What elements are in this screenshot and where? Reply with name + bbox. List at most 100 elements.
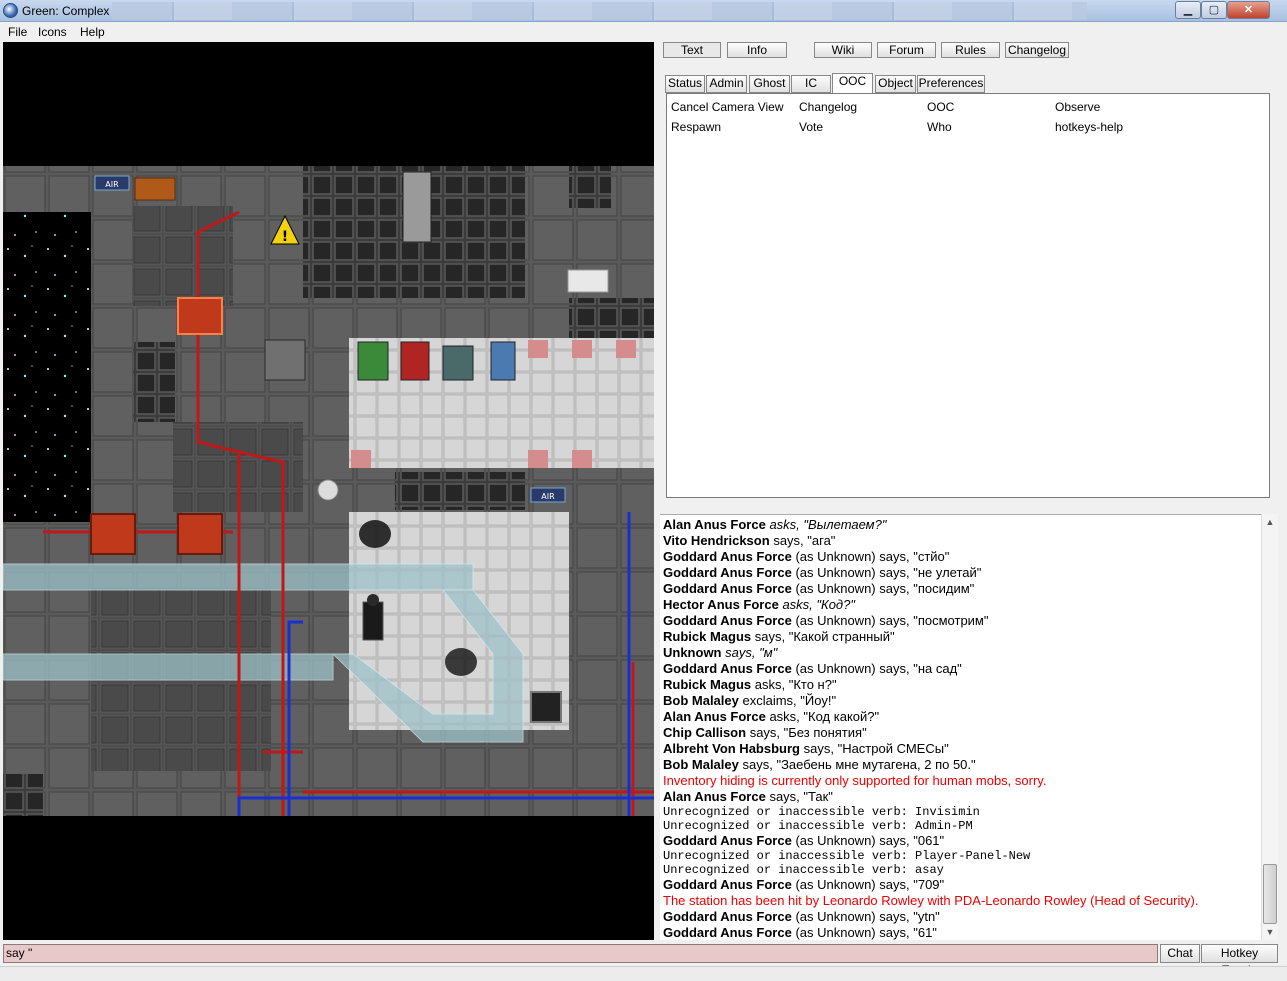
tab-ic[interactable]: IC [791, 75, 831, 93]
speaker-name: Goddard Anus Force [663, 833, 792, 848]
chat-message: Goddard Anus Force (as Unknown) says, "7… [663, 877, 1258, 893]
speech-text: "709" [913, 877, 945, 892]
chat-message: Goddard Anus Force (as Unknown) says, "п… [663, 581, 1258, 597]
verb-who[interactable]: Who [927, 120, 952, 134]
speech-verb: says, [749, 725, 781, 740]
info-button[interactable]: Info [727, 42, 787, 58]
speech-verb: asks, [754, 677, 786, 692]
chat-message: Hector Anus Force asks, "Код?" [663, 597, 1258, 613]
window-title: Green: Complex [22, 4, 110, 18]
command-input[interactable]: say " [3, 944, 1158, 963]
speaker-name: Bob Malaley [663, 757, 739, 772]
close-button[interactable]: ✕ [1227, 1, 1270, 19]
speech-verb: asks, [782, 597, 813, 612]
tab-ghost[interactable]: Ghost [749, 75, 790, 93]
verb-observe[interactable]: Observe [1055, 100, 1100, 114]
speech-verb: says, [769, 789, 800, 804]
verb-vote[interactable]: Vote [799, 120, 823, 134]
scroll-down-icon[interactable]: ▼ [1262, 924, 1278, 940]
chat-message: Goddard Anus Force (as Unknown) says, "0… [663, 833, 1258, 849]
speech-text: "Без понятия" [783, 725, 867, 740]
chat-scrollbar[interactable]: ▲ ▼ [1261, 514, 1278, 940]
menu-help[interactable]: Help [80, 25, 105, 39]
chat-message: Goddard Anus Force (as Unknown) says, "н… [663, 661, 1258, 677]
speech-text: "на сад" [913, 661, 962, 676]
speech-verb: (as Unknown) says, [795, 925, 910, 940]
speech-verb: (as Unknown) says, [795, 833, 910, 848]
verb-respawn[interactable]: Respawn [671, 120, 721, 134]
speech-text: "Код какой?" [803, 709, 880, 724]
speaker-name: Goddard Anus Force [663, 581, 792, 596]
status-bar [0, 966, 1287, 981]
window-titlebar: Green: Complex ▁ ▢ ✕ [0, 0, 1287, 22]
chat-message: Unknown says, "м" [663, 645, 1258, 661]
speech-text: "посидим" [913, 581, 975, 596]
chat-message: Bob Malaley exclaims, "Йоу!" [663, 693, 1258, 709]
tab-admin[interactable]: Admin [706, 75, 747, 93]
tab-preferences[interactable]: Preferences [917, 75, 985, 93]
speech-verb: says, [803, 741, 834, 756]
menu-bar: File Icons Help [0, 22, 1287, 42]
chat-output[interactable]: Alan Anus Force asks, "Вылетаем?" Vito He… [660, 514, 1274, 940]
verb-error-message: Unrecognized or inaccessible verb: Admin… [663, 819, 973, 833]
speaker-name: Rubick Magus [663, 677, 752, 692]
hotkey-toggle-button[interactable]: Hotkey Toggle [1201, 944, 1278, 977]
maximize-button[interactable]: ▢ [1201, 1, 1227, 19]
chat-message: Bob Malaley says, "Заебень мне мутагена,… [663, 757, 1258, 773]
air-sign-2: AIR [541, 492, 555, 501]
chat-message: Vito Hendrickson says, "ага" [663, 533, 1258, 549]
minimize-button[interactable]: ▁ [1175, 1, 1201, 19]
speech-text: "Кто н?" [788, 677, 837, 692]
taskbar-strip [112, 2, 1087, 20]
speech-text: "061" [913, 833, 945, 848]
speech-text: "Настрой СМЕСы" [837, 741, 949, 756]
speaker-name: Goddard Anus Force [663, 877, 792, 892]
map-viewport[interactable]: ! AIR AIR [3, 42, 654, 940]
station-map: ! AIR AIR [3, 42, 654, 940]
speech-text: "ага" [807, 533, 836, 548]
speaker-name: Goddard Anus Force [663, 925, 792, 940]
speaker-name: Goddard Anus Force [663, 613, 792, 628]
speech-verb: says, [773, 533, 804, 548]
text-button[interactable]: Text [663, 42, 721, 58]
chat-message: Alan Anus Force says, "Так" [663, 789, 1258, 805]
chat-message: Chip Callison says, "Без понятия" [663, 725, 1258, 741]
wiki-button[interactable]: Wiki [814, 42, 872, 58]
speech-verb: says, [725, 645, 756, 660]
verb-panel: Cancel Camera View Changelog OOC Observe… [666, 93, 1270, 498]
rules-button[interactable]: Rules [941, 42, 1000, 58]
verb-hotkeys-help[interactable]: hotkeys-help [1055, 120, 1123, 134]
chat-button[interactable]: Chat [1160, 944, 1200, 963]
speaker-name: Goddard Anus Force [663, 909, 792, 924]
tab-object[interactable]: Object [875, 75, 916, 93]
speaker-name: Hector Anus Force [663, 597, 779, 612]
speaker-name: Alan Anus Force [663, 789, 766, 804]
speech-verb: says, [754, 629, 786, 644]
chat-message: Rubick Magus says, "Какой странный" [663, 629, 1258, 645]
speech-text: "не улетай" [913, 565, 982, 580]
verb-ooc[interactable]: OOC [927, 100, 954, 114]
speech-verb: (as Unknown) says, [795, 909, 910, 924]
speaker-name: Alan Anus Force [663, 517, 766, 532]
verb-cancel-camera-view[interactable]: Cancel Camera View [671, 100, 784, 114]
speech-text: "посмотрим" [913, 613, 989, 628]
menu-file[interactable]: File [8, 25, 27, 39]
forum-button[interactable]: Forum [877, 42, 936, 58]
speech-text: "стйо" [913, 549, 950, 564]
verb-changelog[interactable]: Changelog [799, 100, 857, 114]
system-message: Inventory hiding is currently only suppo… [663, 773, 1047, 788]
speech-text: "Какой странный" [788, 629, 895, 644]
tab-ooc[interactable]: OOC [832, 73, 873, 94]
speech-text: "м" [759, 645, 778, 660]
speech-verb: (as Unknown) says, [795, 581, 910, 596]
scroll-thumb[interactable] [1263, 864, 1277, 924]
changelog-button[interactable]: Changelog [1005, 42, 1069, 58]
verb-error-message: Unrecognized or inaccessible verb: Playe… [663, 849, 1031, 863]
chat-message: Alan Anus Force asks, "Вылетаем?" [663, 517, 1258, 533]
tab-status[interactable]: Status [665, 75, 705, 93]
menu-icons[interactable]: Icons [38, 25, 67, 39]
speech-text: "Так" [803, 789, 833, 804]
speech-verb: exclaims, [742, 693, 797, 708]
scroll-up-icon[interactable]: ▲ [1262, 514, 1278, 530]
speaker-name: Unknown [663, 645, 722, 660]
